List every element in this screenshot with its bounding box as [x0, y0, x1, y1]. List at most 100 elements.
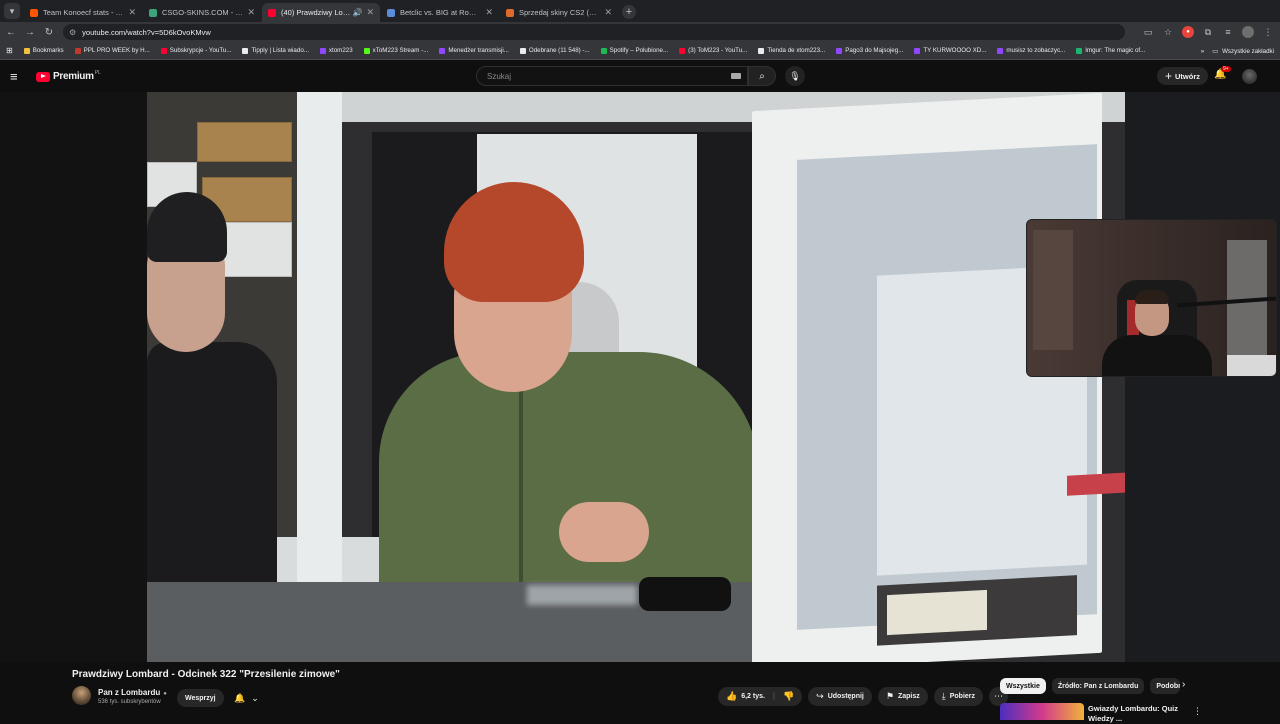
- channel-avatar[interactable]: [72, 686, 91, 705]
- browser-tab[interactable]: CSGO-SKINS.COM - Najlepsze ✕: [143, 3, 261, 22]
- divider: |: [772, 693, 775, 700]
- bookmark-item[interactable]: musisz to zobaczyc...: [997, 47, 1065, 54]
- tab-close-icon[interactable]: ✕: [485, 7, 493, 18]
- reload-icon[interactable]: ↻: [41, 24, 57, 40]
- verified-icon: ●: [163, 691, 167, 697]
- bookmark-item[interactable]: Pago3 do Majsojeg...: [836, 47, 903, 54]
- thumbs-up-icon: 👍: [726, 691, 738, 701]
- account-avatar[interactable]: [1242, 69, 1257, 84]
- tab-search-button[interactable]: ▾: [4, 3, 20, 19]
- save-label: Zapisz: [897, 693, 920, 700]
- download-button[interactable]: ⤓ Pobierz: [933, 687, 984, 706]
- all-bookmarks-button[interactable]: ▭ Wszystkie zakładki: [1212, 48, 1274, 55]
- bookmark-item[interactable]: xtom223: [319, 47, 353, 54]
- create-label: Utwórz: [1175, 71, 1201, 81]
- logo-text: Premium: [53, 71, 94, 82]
- recommended-thumbnail[interactable]: [1000, 703, 1084, 720]
- bookmark-favicon: [1076, 47, 1083, 54]
- bookmark-item[interactable]: Tienda de xtom223...: [758, 47, 825, 54]
- open-window-pane: [752, 92, 1125, 662]
- channel-name[interactable]: Pan z Lombardu ●: [98, 688, 167, 697]
- streamer-figure: [1102, 335, 1212, 376]
- save-button[interactable]: ⚑ Zapisz: [877, 687, 928, 706]
- browser-tab[interactable]: Betclic vs. BIG at Roman Imper ✕: [381, 3, 499, 22]
- chip-similar[interactable]: Podobne: [1150, 678, 1181, 694]
- bookmark-item[interactable]: Tipply | Lista wiado...: [242, 47, 309, 54]
- address-bar[interactable]: ⚙ youtube.com/watch?v=5D6kOvoKMvw: [63, 24, 1125, 40]
- share-button[interactable]: ↪ Udostępnij: [808, 687, 872, 706]
- bookmark-item[interactable]: Odebrane (11 548) -...: [519, 47, 590, 54]
- profile-avatar[interactable]: [1242, 26, 1254, 38]
- recommended-title[interactable]: Gwiazdy Lombardu: Quiz Wiedzy ...: [1088, 704, 1178, 724]
- bookmark-favicon: [519, 47, 526, 54]
- bookmark-item[interactable]: xToM223 Stream -...: [363, 47, 428, 54]
- bookmark-favicon: [836, 47, 843, 54]
- bookmark-favicon: [74, 47, 81, 54]
- video-frame: [147, 92, 1125, 662]
- youtube-logo[interactable]: Premium PL: [36, 69, 101, 82]
- tab-audio-icon[interactable]: 🔊: [352, 8, 362, 17]
- bookmark-item[interactable]: (3) ToM223 - YouTu...: [679, 47, 747, 54]
- bell-icon[interactable]: 🔔 9+: [1214, 66, 1231, 83]
- video-meta-section: Prawdziwy Lombard - Odcinek 322 "Przesil…: [0, 662, 1280, 723]
- cardboard-box: [197, 122, 292, 162]
- bookmark-item[interactable]: Spotify – Polubione...: [600, 47, 668, 54]
- bell-icon: 🔔: [234, 692, 246, 703]
- tab-title: Sprzedaj skiny CS2 (CS:GO) | N: [519, 8, 600, 17]
- search-icon[interactable]: ⌕: [748, 66, 776, 86]
- media-icon[interactable]: ≡: [1222, 26, 1234, 38]
- chip-all[interactable]: Wszystkie: [1000, 678, 1046, 694]
- keyboard-icon[interactable]: [731, 73, 741, 79]
- tab-favicon: [387, 8, 395, 17]
- new-tab-button[interactable]: +: [622, 5, 636, 19]
- star-icon[interactable]: ☆: [1162, 26, 1174, 38]
- chevron-right-icon[interactable]: ›: [1182, 679, 1185, 690]
- mic-icon[interactable]: 🎙: [785, 66, 805, 86]
- support-button[interactable]: Wesprzyj: [177, 689, 224, 707]
- bookmark-item[interactable]: Imgur: The magic of...: [1076, 47, 1145, 54]
- chip-source[interactable]: Źródło: Pan z Lombardu: [1051, 678, 1145, 694]
- search-placeholder: Szukaj: [487, 71, 512, 81]
- browser-tab[interactable]: Sprzedaj skiny CS2 (CS:GO) | N ✕: [500, 3, 618, 22]
- bookmark-favicon: [319, 47, 326, 54]
- browser-menu-icon[interactable]: ⋮: [1262, 26, 1274, 38]
- browser-tab[interactable]: Team Konoecf stats - FACEIT.co ✕: [24, 3, 142, 22]
- bookmarks-overflow-button[interactable]: »: [1201, 48, 1204, 55]
- like-button[interactable]: 👍 6,2 tys. | 👎: [718, 687, 803, 706]
- bookmark-item[interactable]: Subskrypcje - YouTu...: [160, 47, 231, 54]
- forward-icon[interactable]: →: [22, 24, 38, 40]
- subscription-bell-button[interactable]: 🔔 ⌄: [228, 689, 265, 707]
- tab-close-icon[interactable]: ✕: [604, 7, 612, 18]
- bookmark-favicon: [914, 47, 921, 54]
- site-info-icon[interactable]: ⚙: [69, 28, 76, 37]
- tab-close-icon[interactable]: ✕: [366, 7, 374, 18]
- bookmark-item[interactable]: PPL PRO WEEK by H...: [74, 47, 150, 54]
- tab-close-icon[interactable]: ✕: [128, 7, 136, 18]
- tab-close-icon[interactable]: ✕: [247, 7, 255, 18]
- tab-title: Team Konoecf stats - FACEIT.co: [43, 8, 125, 17]
- apps-icon[interactable]: ⊞: [6, 46, 13, 55]
- video-player[interactable]: [0, 92, 1280, 662]
- blurred-card: [527, 585, 637, 605]
- download-icon: ⤓: [941, 691, 946, 701]
- create-button[interactable]: + Utwórz: [1157, 67, 1209, 85]
- webcam-overlay: [1026, 219, 1277, 377]
- bookmark-favicon: [363, 47, 370, 54]
- bookmarks-bar: ⊞ Bookmarks PPL PRO WEEK by H... Subskry…: [0, 42, 1280, 60]
- hamburger-icon[interactable]: ≡: [10, 69, 30, 84]
- man-figure: [147, 192, 277, 582]
- logo-region: PL: [94, 69, 101, 76]
- browser-tab-active[interactable]: (40) Prawdziwy Lombard - 🔊 ✕: [262, 3, 380, 22]
- bookmark-item[interactable]: Menedżer transmisji...: [439, 47, 509, 54]
- plus-icon: +: [1165, 69, 1173, 83]
- bookmark-item[interactable]: Bookmarks: [23, 47, 64, 54]
- thumbs-down-icon[interactable]: 👎: [783, 691, 794, 702]
- back-icon[interactable]: ←: [3, 24, 19, 40]
- bookmark-star-icon: [23, 47, 30, 54]
- recommended-more-icon[interactable]: ⋮: [1193, 706, 1202, 717]
- extensions-puzzle-icon[interactable]: ⧉: [1202, 26, 1214, 38]
- extension-icon[interactable]: ●: [1182, 26, 1194, 38]
- bookmark-item[interactable]: TY KURWOOOO XD...: [914, 47, 986, 54]
- cast-icon[interactable]: ▭: [1142, 26, 1154, 38]
- search-input[interactable]: Szukaj: [476, 66, 748, 86]
